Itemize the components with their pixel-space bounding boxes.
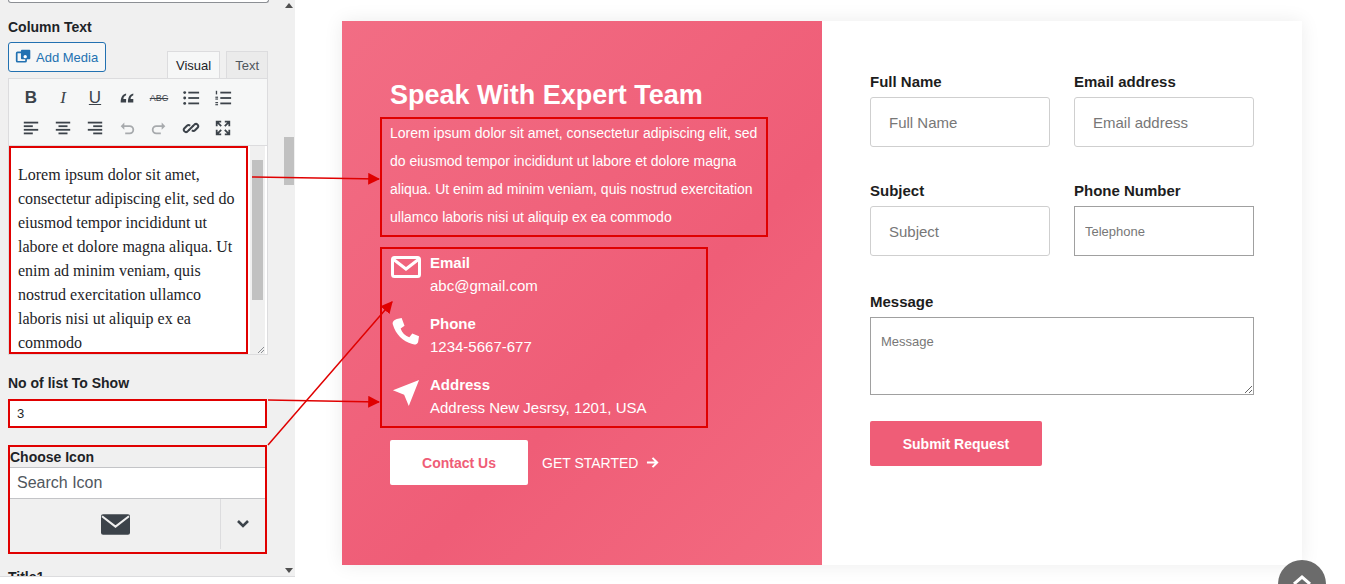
choose-icon-label: Choose Icon bbox=[10, 447, 265, 467]
message-field: Message bbox=[870, 292, 1254, 395]
screen: Column Text Add Media VisualText BIU ABC Lore… bbox=[0, 0, 1345, 584]
arrow-right-icon bbox=[646, 456, 659, 469]
numbered-list-icon bbox=[214, 89, 232, 107]
add-media-button[interactable]: Add Media bbox=[8, 42, 106, 72]
form-input[interactable] bbox=[1074, 97, 1254, 147]
quote-button[interactable] bbox=[111, 89, 143, 107]
rich-text-editor: BIU ABC Lorem ipsum dolor sit amet, consec… bbox=[8, 78, 268, 355]
contact-us-button[interactable]: Contact Us bbox=[390, 440, 528, 485]
editor-tab[interactable]: Visual bbox=[167, 51, 220, 78]
fullscreen-button[interactable] bbox=[207, 119, 239, 137]
link-button[interactable] bbox=[175, 119, 207, 137]
contact-item: Emailabc@gmail.com bbox=[390, 252, 700, 298]
envelope-icon bbox=[391, 256, 421, 278]
title1-label: Title1 bbox=[8, 568, 268, 576]
contact-label: Phone bbox=[430, 313, 532, 335]
selected-icon[interactable] bbox=[10, 499, 221, 549]
contact-form: Full Name Email address Subject Phone Numbe… bbox=[822, 21, 1302, 565]
align-left-button[interactable] bbox=[15, 119, 47, 137]
contact-value: 1234-5667-677 bbox=[430, 335, 532, 359]
scroll-up-icon[interactable] bbox=[285, 2, 293, 8]
icon-search-input[interactable] bbox=[10, 467, 265, 499]
form-field: Phone Number bbox=[1074, 181, 1254, 256]
editor-scrollbar[interactable] bbox=[250, 146, 265, 354]
contact-label: Address bbox=[430, 374, 646, 396]
envelope-icon bbox=[101, 514, 130, 535]
preview-area: Speak With Expert Team Lorem ipsum dolor … bbox=[295, 0, 1345, 584]
column-text-label: Column Text bbox=[8, 18, 268, 36]
align-right-icon bbox=[86, 119, 104, 137]
form-input[interactable] bbox=[870, 97, 1050, 147]
promo-title: Speak With Expert Team bbox=[390, 78, 822, 112]
align-center-button[interactable] bbox=[47, 119, 79, 137]
submit-button[interactable]: Submit Request bbox=[870, 421, 1042, 466]
list-count-label: No of list To Show bbox=[8, 374, 268, 392]
select-field[interactable] bbox=[8, 0, 269, 3]
form-field: Full Name bbox=[870, 72, 1050, 147]
resize-handle-icon[interactable] bbox=[255, 344, 265, 354]
promo-panel: Speak With Expert Team Lorem ipsum dolor … bbox=[342, 21, 822, 565]
quote-icon bbox=[118, 89, 136, 107]
navigation-icon bbox=[392, 378, 420, 408]
form-field: Email address bbox=[1074, 72, 1254, 147]
editor-tab[interactable]: Text bbox=[226, 51, 268, 78]
message-input[interactable] bbox=[870, 317, 1254, 395]
annotation-arrows bbox=[0, 0, 1345, 584]
settings-panel: Column Text Add Media VisualText BIU ABC Lore… bbox=[0, 0, 295, 577]
chevron-up-icon bbox=[1292, 574, 1312, 584]
icon-dropdown-toggle[interactable] bbox=[221, 499, 265, 549]
align-center-icon bbox=[54, 119, 72, 137]
chevron-down-icon bbox=[236, 519, 250, 529]
redo-icon bbox=[150, 119, 168, 137]
toolbar: BIU ABC bbox=[9, 79, 267, 145]
contact-card: Speak With Expert Team Lorem ipsum dolor … bbox=[342, 21, 1302, 565]
editor-content[interactable]: Lorem ipsum dolor sit amet, consectetur … bbox=[9, 146, 248, 354]
form-input[interactable] bbox=[1074, 206, 1254, 256]
contact-item: AddressAddress New Jesrsy, 1201, USA bbox=[390, 374, 700, 420]
bullet-list-icon bbox=[182, 89, 200, 107]
contact-value: abc@gmail.com bbox=[430, 274, 538, 298]
bullet-list-button[interactable] bbox=[175, 89, 207, 107]
align-right-button[interactable] bbox=[79, 119, 111, 137]
undo-button[interactable] bbox=[111, 119, 143, 137]
numbered-list-button[interactable] bbox=[207, 89, 239, 107]
promo-text: Lorem ipsum dolor sit amet, consectetur … bbox=[380, 117, 768, 237]
contact-list: Emailabc@gmail.com Phone1234-5667-677 Addr… bbox=[380, 247, 708, 428]
form-input[interactable] bbox=[870, 206, 1050, 256]
italic-button[interactable]: I bbox=[47, 88, 79, 108]
contact-item: Phone1234-5667-677 bbox=[390, 313, 700, 359]
redo-button[interactable] bbox=[143, 119, 175, 137]
underline-button[interactable]: U bbox=[79, 88, 111, 108]
fullscreen-icon bbox=[214, 119, 232, 137]
list-count-input[interactable] bbox=[8, 399, 267, 428]
media-icon bbox=[15, 49, 32, 66]
contact-value: Address New Jesrsy, 1201, USA bbox=[430, 396, 646, 420]
strikethrough-button[interactable]: ABC bbox=[143, 93, 175, 103]
icon-picker: Choose Icon bbox=[8, 445, 267, 554]
scroll-down-icon[interactable] bbox=[285, 568, 293, 574]
align-left-icon bbox=[22, 119, 40, 137]
panel-scrollbar[interactable] bbox=[283, 0, 295, 576]
form-field: Subject bbox=[870, 181, 1050, 256]
link-icon bbox=[182, 119, 200, 137]
undo-icon bbox=[118, 119, 136, 137]
get-started-button[interactable]: GET STARTED bbox=[542, 455, 659, 471]
bold-button[interactable]: B bbox=[15, 88, 47, 108]
contact-label: Email bbox=[430, 252, 538, 274]
phone-icon bbox=[391, 317, 420, 346]
